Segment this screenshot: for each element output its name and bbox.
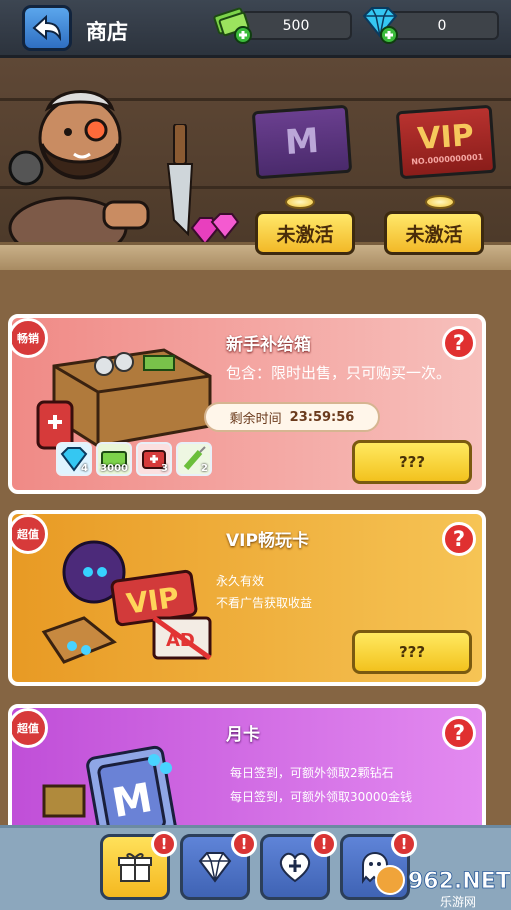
vip-card-sign: VIP NO.0000000001 bbox=[395, 104, 497, 180]
reward-syringe-count: 2 bbox=[201, 463, 208, 474]
month-card-help-button[interactable]: ? bbox=[442, 716, 476, 750]
tab-ghost-badge: ! bbox=[391, 831, 417, 857]
vip-card-status-button[interactable]: 未激活 bbox=[384, 211, 484, 255]
diamond-tab-icon bbox=[198, 852, 232, 883]
back-button[interactable] bbox=[22, 5, 72, 51]
month-card-title: 月卡 bbox=[226, 725, 260, 745]
vip-pass-card: VIP AD 超值 VIP畅玩卡 永久有效 不看广告获取收益 ? ??? bbox=[8, 510, 486, 686]
cash-add-icon[interactable] bbox=[212, 4, 256, 44]
tab-diamond-badge: ! bbox=[231, 831, 257, 857]
starter-pack-desc: 包含：限时出售，只可购买一次。 bbox=[226, 364, 452, 382]
month-card-card: M 超值 月卡 每日签到，可额外领取2颗钻石 每日签到，可额外领取30000金钱… bbox=[8, 704, 486, 825]
month-card-sign-letter: M bbox=[283, 120, 321, 164]
month-card-line2: 每日签到，可额外领取30000金钱 bbox=[230, 790, 413, 804]
tab-gift[interactable]: ! bbox=[100, 831, 177, 900]
ad-art-text: AD bbox=[166, 630, 195, 651]
starter-pack-help-button[interactable]: ? bbox=[442, 326, 476, 360]
top-bar: 商店 500 0 bbox=[0, 0, 511, 58]
vip-pass-line1: 永久有效 bbox=[216, 574, 265, 588]
reward-diamond-count: 4 bbox=[81, 463, 88, 474]
reward-diamond: 4 bbox=[56, 442, 92, 476]
vip-pass-help-button[interactable]: ? bbox=[442, 522, 476, 556]
vip-pass-buy-button[interactable]: ??? bbox=[352, 630, 472, 674]
tab-gift-badge: ! bbox=[151, 831, 177, 857]
value-tag-2: 超值 bbox=[12, 708, 48, 748]
month-card-illustration: M bbox=[42, 745, 178, 825]
vip-pass-illustration: VIP AD bbox=[41, 540, 212, 664]
tab-health-badge: ! bbox=[311, 831, 337, 857]
timer-value: 23:59:56 bbox=[289, 409, 355, 425]
watermark-subtext: 乐游网 bbox=[440, 895, 476, 909]
vip-card-sign-text: VIP bbox=[416, 118, 476, 157]
gift-icon bbox=[118, 853, 152, 882]
starter-pack-buy-button[interactable]: ??? bbox=[352, 440, 472, 484]
hot-sale-tag: 畅销 bbox=[12, 318, 48, 358]
heart-plus-icon bbox=[279, 852, 311, 883]
timer-label: 剩余时间 bbox=[229, 411, 282, 427]
vip-pass-title: VIP畅玩卡 bbox=[226, 531, 309, 551]
diamond-value: 0 bbox=[437, 17, 447, 34]
shop-list[interactable]: 畅销 新手补给箱 包含：限时出售，只可购买一次。 剩余时间 23:59:56 ?… bbox=[0, 270, 511, 825]
reward-cash: 3000 bbox=[96, 442, 132, 476]
value-tag: 超值 bbox=[12, 514, 48, 554]
page-title: 商店 bbox=[86, 20, 128, 44]
reward-cash-count: 3000 bbox=[100, 463, 128, 474]
watermark-text: 962.NET bbox=[408, 869, 510, 894]
reward-medkit-count: 3 bbox=[161, 463, 168, 474]
tab-health[interactable]: ! bbox=[260, 831, 337, 900]
starter-pack-card: 畅销 新手补给箱 包含：限时出售，只可购买一次。 剩余时间 23:59:56 ?… bbox=[8, 314, 486, 494]
month-card-sign: M bbox=[251, 104, 353, 180]
month-lamp-icon bbox=[285, 195, 315, 209]
reward-medkit: 3 bbox=[136, 442, 172, 476]
diamond-add-icon[interactable] bbox=[358, 4, 402, 44]
month-art-text: M bbox=[109, 775, 156, 825]
cash-value: 500 bbox=[282, 17, 310, 34]
starter-pack-title: 新手补给箱 bbox=[226, 335, 311, 355]
diamond-counter: 0 bbox=[385, 11, 499, 40]
tab-diamond[interactable]: ! bbox=[180, 831, 257, 900]
back-arrow-icon bbox=[32, 14, 62, 42]
vip-lamp-icon bbox=[425, 195, 455, 209]
reward-syringe: 2 bbox=[176, 442, 212, 476]
starter-pack-timer: 剩余时间 23:59:56 bbox=[204, 402, 380, 432]
month-card-status-button[interactable]: 未激活 bbox=[255, 211, 355, 255]
site-watermark: 962.NET 乐游网 bbox=[375, 865, 510, 909]
shop-scene: M VIP NO.0000000001 未激活 未激活 bbox=[0, 58, 511, 270]
vip-pass-line2: 不看广告获取收益 bbox=[216, 596, 313, 610]
month-card-line1: 每日签到，可额外领取2颗钻石 bbox=[230, 766, 394, 780]
cash-counter: 500 bbox=[240, 11, 352, 40]
